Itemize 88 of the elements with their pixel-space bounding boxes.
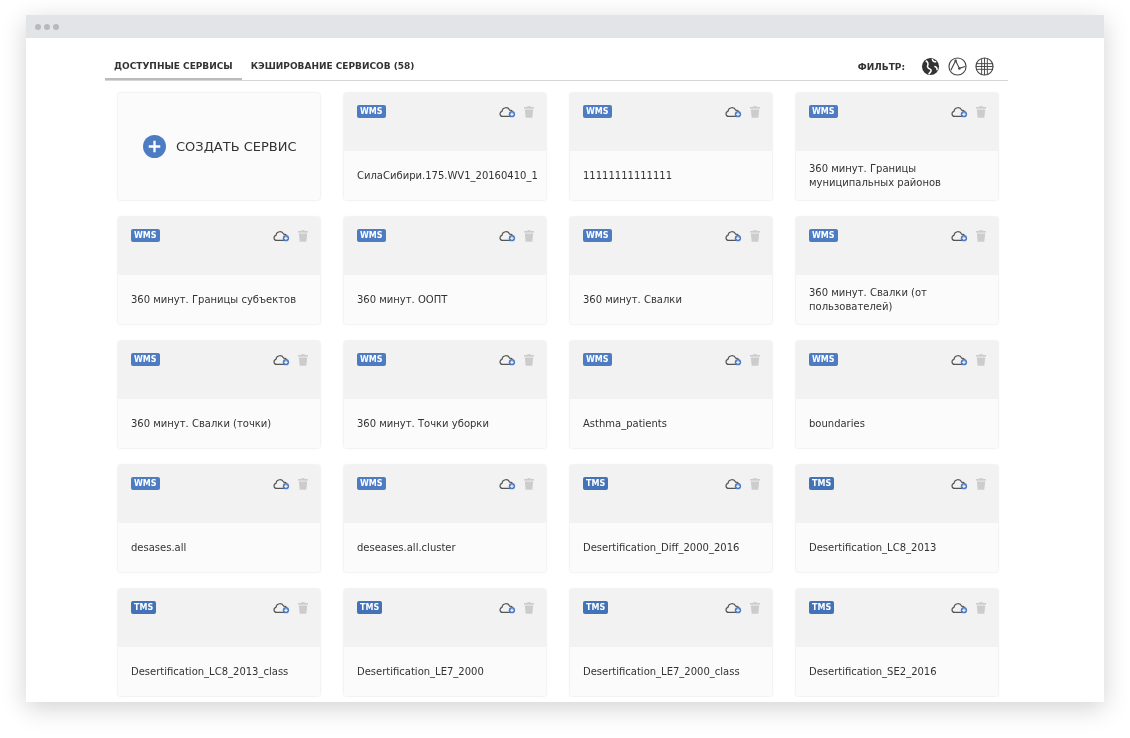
cloud-add-icon[interactable] bbox=[724, 477, 742, 490]
cloud-add-icon[interactable] bbox=[950, 477, 968, 490]
service-card[interactable]: WMS Asthma_patients bbox=[570, 341, 772, 448]
tab[interactable]: КЭШИРОВАНИЕ СЕРВИСОВ (58) bbox=[241, 53, 424, 80]
window-dot bbox=[35, 23, 41, 30]
service-type-badge: WMS bbox=[583, 229, 612, 242]
cloud-add-icon[interactable] bbox=[272, 601, 290, 614]
service-card[interactable]: TMS Desertification_SE2_2016 bbox=[796, 589, 998, 696]
service-title: Desertification_Diff_2000_2016 bbox=[583, 540, 740, 555]
service-title: Desertification_LC8_2013_class bbox=[131, 664, 289, 679]
service-type-badge: WMS bbox=[809, 105, 838, 118]
service-title: Desertification_SE2_2016 bbox=[809, 664, 937, 679]
service-card[interactable]: TMS Desertification_Diff_2000_2016 bbox=[570, 465, 772, 572]
service-card[interactable]: WMS 360 минут. ООПТ bbox=[344, 217, 546, 324]
cloud-add-icon[interactable] bbox=[724, 105, 742, 118]
plus-icon bbox=[143, 135, 166, 158]
service-type-badge: WMS bbox=[131, 477, 160, 490]
globe-icon[interactable] bbox=[921, 57, 940, 76]
service-title: deseases.all.cluster bbox=[357, 540, 456, 555]
grid-icon[interactable] bbox=[975, 57, 994, 76]
service-title: Desertification_LC8_2013 bbox=[809, 540, 937, 555]
window-dot bbox=[44, 23, 50, 30]
tab[interactable]: ДОСТУПНЫЕ СЕРВИСЫ bbox=[105, 53, 242, 80]
polyline-icon[interactable] bbox=[948, 57, 967, 76]
service-title: 11111111111111 bbox=[583, 168, 673, 183]
service-type-badge: TMS bbox=[583, 477, 609, 490]
cloud-add-icon[interactable] bbox=[950, 229, 968, 242]
service-type-badge: TMS bbox=[131, 601, 157, 614]
cloud-add-icon[interactable] bbox=[498, 229, 516, 242]
create-service-card[interactable]: СОЗДАТЬ СЕРВИС bbox=[118, 93, 320, 200]
service-title: boundaries bbox=[809, 416, 865, 431]
service-card[interactable]: WMS boundaries bbox=[796, 341, 998, 448]
service-title: 360 минут. Свалки bbox=[583, 292, 682, 307]
service-type-badge: WMS bbox=[131, 353, 160, 366]
service-card[interactable]: WMS deseases.all.cluster bbox=[344, 465, 546, 572]
service-type-badge: WMS bbox=[809, 353, 838, 366]
service-card[interactable]: WMS 360 минут. Точки уборки bbox=[344, 341, 546, 448]
service-type-badge: WMS bbox=[357, 477, 386, 490]
service-title: 360 минут. Свалки (от пользователей) bbox=[809, 285, 928, 314]
service-type-badge: TMS bbox=[809, 601, 835, 614]
service-title: Desertification_LE7_2000_class bbox=[583, 664, 740, 679]
cloud-add-icon[interactable] bbox=[724, 601, 742, 614]
cloud-add-icon[interactable] bbox=[498, 601, 516, 614]
service-card[interactable]: TMS Desertification_LC8_2013_class bbox=[118, 589, 320, 696]
cloud-add-icon[interactable] bbox=[498, 353, 516, 366]
cloud-add-icon[interactable] bbox=[498, 105, 516, 118]
service-card[interactable]: WMS 360 минут. Свалки (точки) bbox=[118, 341, 320, 448]
service-title: СилаСибири.175.WV1_20160410_1 bbox=[357, 168, 538, 183]
service-type-badge: WMS bbox=[131, 229, 160, 242]
window-dot bbox=[53, 23, 59, 30]
service-title: Asthma_patients bbox=[583, 416, 667, 431]
service-card[interactable]: WMS 360 минут. Границы муниципальных районов bbox=[796, 93, 998, 200]
cloud-add-icon[interactable] bbox=[950, 353, 968, 366]
service-type-badge: TMS bbox=[809, 477, 835, 490]
cloud-add-icon[interactable] bbox=[724, 353, 742, 366]
cloud-add-icon[interactable] bbox=[724, 229, 742, 242]
service-title: Desertification_LE7_2000 bbox=[357, 664, 484, 679]
service-card[interactable]: TMS Desertification_LC8_2013 bbox=[796, 465, 998, 572]
cloud-add-icon[interactable] bbox=[272, 353, 290, 366]
create-service-label: СОЗДАТЬ СЕРВИС bbox=[176, 139, 297, 154]
service-type-badge: TMS bbox=[357, 601, 383, 614]
service-type-badge: WMS bbox=[583, 105, 612, 118]
service-card[interactable]: WMS 360 минут. Свалки (от пользователей) bbox=[796, 217, 998, 324]
service-card[interactable]: WMS desases.all bbox=[118, 465, 320, 572]
cloud-add-icon[interactable] bbox=[272, 477, 290, 490]
service-title: 360 минут. Границы муниципальных районов bbox=[809, 161, 942, 190]
service-title: desases.all bbox=[131, 540, 187, 555]
service-card[interactable]: WMS 11111111111111 bbox=[570, 93, 772, 200]
service-title: 360 минут. ООПТ bbox=[357, 292, 448, 307]
service-card[interactable]: WMS 360 минут. Свалки bbox=[570, 217, 772, 324]
service-type-badge: WMS bbox=[357, 105, 386, 118]
service-type-badge: WMS bbox=[357, 229, 386, 242]
service-type-badge: WMS bbox=[809, 229, 838, 242]
service-card[interactable]: TMS Desertification_LE7_2000 bbox=[344, 589, 546, 696]
cloud-add-icon[interactable] bbox=[498, 477, 516, 490]
service-type-badge: WMS bbox=[357, 353, 386, 366]
service-card[interactable]: TMS Desertification_LE7_2000_class bbox=[570, 589, 772, 696]
service-title: 360 минут. Свалки (точки) bbox=[131, 416, 272, 431]
service-title: 360 минут. Границы субъектов bbox=[131, 292, 297, 307]
cloud-add-icon[interactable] bbox=[272, 229, 290, 242]
service-card[interactable]: WMS 360 минут. Границы субъектов bbox=[118, 217, 320, 324]
service-card[interactable]: WMS СилаСибири.175.WV1_20160410_1 bbox=[344, 93, 546, 200]
cloud-add-icon[interactable] bbox=[950, 601, 968, 614]
filter-label: ФИЛЬТР: bbox=[857, 61, 905, 72]
service-title: 360 минут. Точки уборки bbox=[357, 416, 489, 431]
service-type-badge: WMS bbox=[583, 353, 612, 366]
cloud-add-icon[interactable] bbox=[950, 105, 968, 118]
service-type-badge: TMS bbox=[583, 601, 609, 614]
